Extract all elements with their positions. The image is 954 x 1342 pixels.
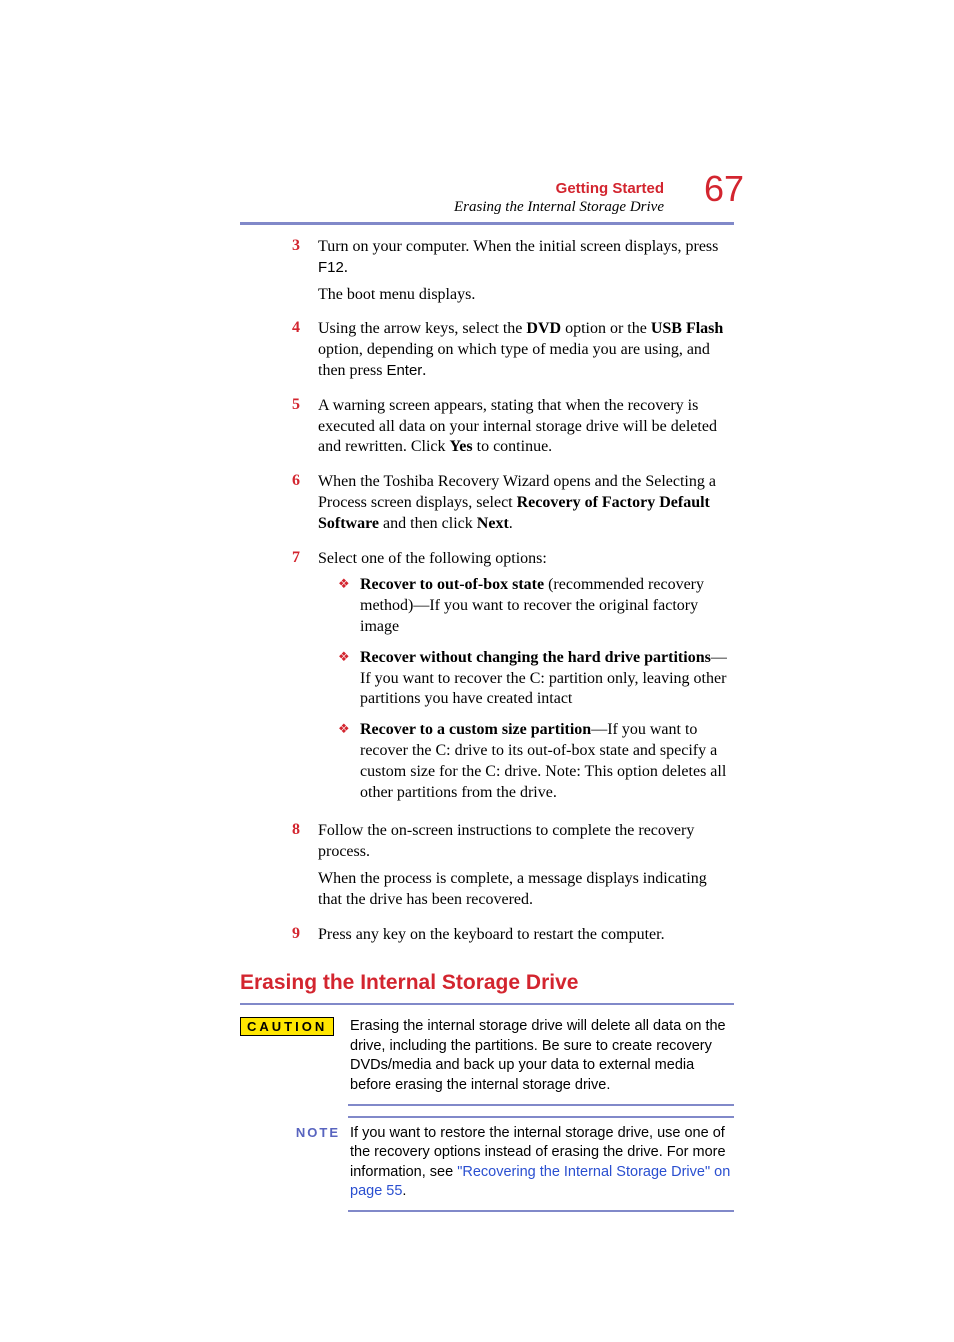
text: and then click xyxy=(379,515,477,532)
text: option, depending on which type of media… xyxy=(318,341,710,379)
step-body: Follow the on-screen instructions to com… xyxy=(318,821,734,916)
caution-badge: CAUTION xyxy=(240,1017,334,1036)
step-body: Using the arrow keys, select the DVD opt… xyxy=(318,319,734,387)
bold-next: Next xyxy=(477,515,509,532)
step-9: 9 Press any key on the keyboard to resta… xyxy=(240,925,734,952)
step-4: 4 Using the arrow keys, select the DVD o… xyxy=(240,319,734,387)
step-body: Turn on your computer. When the initial … xyxy=(318,237,734,311)
text: Using the arrow keys, select the xyxy=(318,320,526,337)
step-8: 8 Follow the on-screen instructions to c… xyxy=(240,821,734,916)
list-item: Recover to out-of-box state (recommended… xyxy=(338,575,734,637)
key-f12: F12 xyxy=(318,259,344,276)
callout-rule-bottom xyxy=(348,1104,734,1106)
option-list: Recover to out-of-box state (recommended… xyxy=(338,575,734,803)
caution-label-wrap: CAUTION xyxy=(240,1017,350,1036)
list-item: Recover to a custom size partition—If yo… xyxy=(338,720,734,803)
text: . xyxy=(509,515,513,532)
text: . xyxy=(402,1183,406,1199)
text: Press any key on the keyboard to restart… xyxy=(318,925,734,946)
step-number: 9 xyxy=(240,925,318,952)
step-6: 6 When the Toshiba Recovery Wizard opens… xyxy=(240,472,734,540)
step-number: 4 xyxy=(240,319,318,387)
callout-rule-top xyxy=(240,1003,734,1005)
text: Select one of the following options: xyxy=(318,549,734,570)
note-badge: NOTE xyxy=(240,1125,340,1140)
step-5: 5 A warning screen appears, stating that… xyxy=(240,396,734,464)
text: . xyxy=(422,362,426,379)
section-title-header: Erasing the Internal Storage Drive xyxy=(240,199,734,216)
document-page: Getting Started Erasing the Internal Sto… xyxy=(0,0,954,1342)
text: option or the xyxy=(561,320,651,337)
step-number: 3 xyxy=(240,237,318,311)
note-body: If you want to restore the internal stor… xyxy=(350,1124,734,1202)
bold-dvd: DVD xyxy=(526,320,561,337)
text: . xyxy=(344,259,348,276)
step-3: 3 Turn on your computer. When the initia… xyxy=(240,237,734,311)
bold-recover-oob: Recover to out-of-box state xyxy=(360,576,544,593)
bold-yes: Yes xyxy=(450,438,473,455)
text: The boot menu displays. xyxy=(318,285,734,306)
step-number: 6 xyxy=(240,472,318,540)
key-enter: Enter xyxy=(386,362,422,379)
step-7: 7 Select one of the following options: R… xyxy=(240,549,734,814)
text: Turn on your computer. When the initial … xyxy=(318,238,718,255)
step-body: A warning screen appears, stating that w… xyxy=(318,396,734,464)
text: When the process is complete, a message … xyxy=(318,869,734,911)
step-number: 5 xyxy=(240,396,318,464)
step-body: When the Toshiba Recovery Wizard opens a… xyxy=(318,472,734,540)
bold-usb-flash: USB Flash xyxy=(651,320,723,337)
page-number: 67 xyxy=(704,168,744,210)
list-item: Recover without changing the hard drive … xyxy=(338,648,734,710)
note-callout: NOTE If you want to restore the internal… xyxy=(240,1116,734,1212)
step-number: 8 xyxy=(240,821,318,916)
callout-rule-bottom xyxy=(348,1210,734,1212)
bold-recover-no-change: Recover without changing the hard drive … xyxy=(360,649,711,666)
step-number: 7 xyxy=(240,549,318,814)
note-label-wrap: NOTE xyxy=(240,1124,350,1142)
text: to continue. xyxy=(473,438,553,455)
text: Follow the on-screen instructions to com… xyxy=(318,821,734,863)
section-heading: Erasing the Internal Storage Drive xyxy=(240,971,734,995)
header-rule xyxy=(240,222,734,225)
caution-body: Erasing the internal storage drive will … xyxy=(350,1017,734,1095)
caution-callout: CAUTION Erasing the internal storage dri… xyxy=(240,1003,734,1105)
page-header: Getting Started Erasing the Internal Sto… xyxy=(240,180,734,216)
chapter-title: Getting Started xyxy=(240,180,734,197)
step-body: Select one of the following options: Rec… xyxy=(318,549,734,814)
bold-recover-custom: Recover to a custom size partition xyxy=(360,721,591,738)
step-body: Press any key on the keyboard to restart… xyxy=(318,925,734,952)
